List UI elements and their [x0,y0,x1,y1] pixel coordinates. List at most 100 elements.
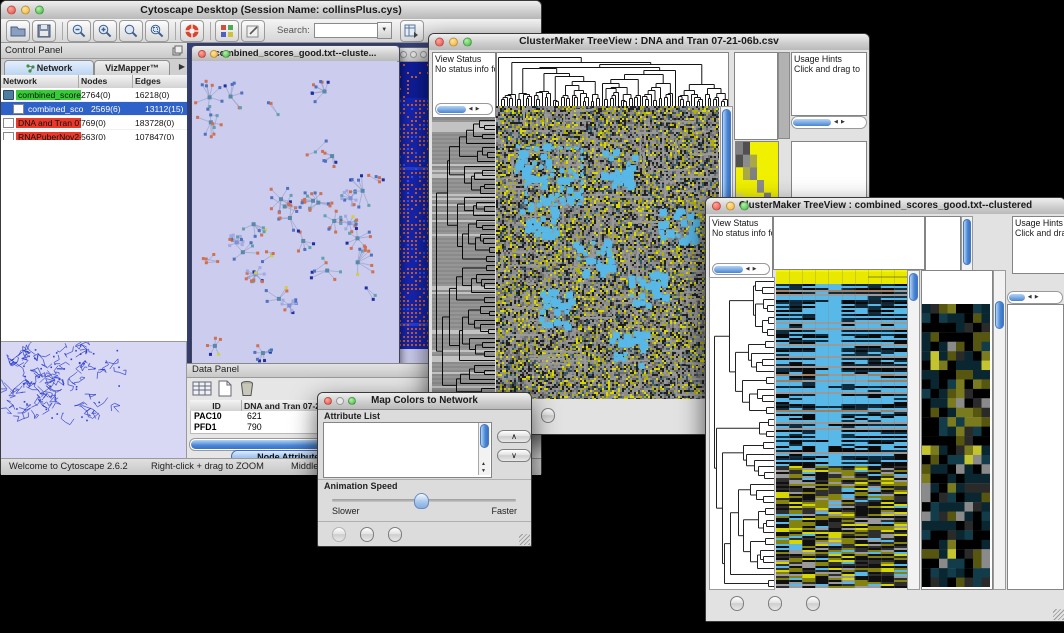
tv1-titlebar[interactable]: ClusterMaker TreeView : DNA and Tran 07-… [429,34,869,51]
window-controls[interactable] [7,6,44,15]
tv1-status-hscrollbar[interactable]: ◀▶ [435,103,493,115]
tv2-main-heatmap[interactable] [776,270,907,588]
float-panel-icon[interactable] [172,45,183,59]
minimize-icon[interactable] [336,397,344,405]
scroll-right-icon[interactable]: ▶ [839,119,846,126]
search-dropdown-arrow[interactable]: ▼ [377,22,392,39]
zoom-icon[interactable] [463,38,472,47]
annotation-icon[interactable] [241,20,265,42]
attribute-browser-icon[interactable] [400,20,424,42]
tv2-action-button[interactable] [730,596,744,611]
network-overview-thumbnail[interactable] [1,342,185,457]
tv2-status-hscrollbar[interactable]: ◀▶ [712,263,770,275]
network-list-empty-area[interactable] [1,140,188,341]
minimize-icon[interactable] [210,50,218,58]
attribute-list[interactable] [323,422,492,478]
scrollbar-thumb[interactable] [963,219,971,265]
tv1-title: ClusterMaker TreeView : DNA and Tran 07-… [519,34,779,50]
tv2-detail-heatmap[interactable] [922,304,990,587]
tv2-titlebar[interactable]: ClusterMaker TreeView : combined_scores_… [706,198,1064,215]
trash-icon[interactable] [239,380,255,402]
zoom-icon[interactable] [420,51,427,58]
scrollbar-thumb[interactable] [480,424,489,448]
dialog-action-button[interactable] [332,527,346,542]
tv1-column-dendrogram[interactable] [496,52,729,107]
zoom-icon[interactable] [35,6,44,15]
treeview-window-combined: ClusterMaker TreeView : combined_scores_… [705,197,1064,622]
close-icon[interactable] [198,50,206,58]
tv1-row-dendrogram[interactable] [432,118,495,399]
tv1-column-labels[interactable] [734,52,778,140]
zoom-icon[interactable] [740,202,749,211]
toolbar-separator [62,22,63,40]
tv2-vscrollbar[interactable] [907,270,920,590]
zoom-selected-icon[interactable] [145,20,169,42]
resize-grip[interactable] [1053,609,1064,620]
scrollbar-thumb[interactable] [995,301,1004,329]
map-colors-dialog: Map Colors to Network Attribute List ▲ ▼… [317,392,532,547]
tv2-row-dendrogram[interactable] [709,277,775,590]
close-icon[interactable] [7,6,16,15]
close-icon[interactable] [712,202,721,211]
scrollbar-thumb[interactable] [909,273,918,301]
tab-vizmapper[interactable]: VizMapper™ [94,60,170,76]
scroll-right-icon[interactable]: ▶ [751,266,758,273]
network-list-row[interactable]: combined_scores 2764(0) 16218(0) [1,88,187,102]
zoom-fit-icon[interactable] [119,20,143,42]
tv2-genelist-hscrollbar[interactable]: ◀▶ [1007,291,1063,304]
tv2-view-status-panel: View Status No status info fo ◀▶ [709,216,773,278]
new-document-icon[interactable] [217,380,233,402]
tv2-detail-vscrollbar[interactable] [993,270,1006,590]
tv1-action-button[interactable] [541,408,555,423]
scroll-right-icon[interactable]: ▶ [474,106,481,113]
speed-slider-thumb[interactable] [414,493,429,509]
tv1-main-heatmap[interactable] [496,106,719,399]
dialog-action-button[interactable] [360,527,374,542]
tv2-column-dendrogram-area[interactable] [773,216,925,270]
minimize-icon[interactable] [449,38,458,47]
resize-grip[interactable] [519,534,530,545]
scroll-right-icon[interactable]: ▶ [1033,294,1040,301]
help-lifering-icon[interactable] [180,20,204,42]
zoom-in-icon[interactable] [93,20,117,42]
move-down-button[interactable]: ∨ [497,449,531,462]
tv1-hints-hscrollbar[interactable]: ◀▶ [791,116,867,129]
vizmapper-icon[interactable] [215,20,239,42]
network-view-titlebar[interactable]: combined_scores_good.txt--cluste... [192,46,399,62]
save-icon[interactable] [32,20,56,42]
tv2-gene-list[interactable] [1007,304,1064,590]
network-graph-canvas[interactable] [192,61,397,368]
scroll-left-icon[interactable]: ◀ [467,106,474,113]
network-overview-panel[interactable] [1,341,187,458]
minimize-icon[interactable] [410,51,417,58]
move-up-button[interactable]: ∧ [497,430,531,443]
table-grid-icon[interactable] [192,380,212,402]
scroll-left-icon[interactable]: ◀ [832,119,839,126]
network-table-header[interactable]: Network Nodes Edges [1,75,187,88]
scroll-left-icon[interactable]: ◀ [744,266,751,273]
dialog-action-button[interactable] [388,527,402,542]
tab-network[interactable]: Network [4,60,94,76]
scroll-left-icon[interactable]: ◀ [1026,294,1033,301]
close-icon[interactable] [324,397,332,405]
tab-overflow-arrow-icon[interactable]: ▶ [179,62,185,71]
dialog-titlebar[interactable]: Map Colors to Network [318,393,531,410]
close-icon[interactable] [435,38,444,47]
network-list-row[interactable]: DNA and Tran 07 769(0) 183728(0) [1,116,187,130]
close-icon[interactable] [400,51,407,58]
minimize-icon[interactable] [726,202,735,211]
scroll-down-icon[interactable]: ▼ [481,468,486,474]
zoom-out-icon[interactable] [67,20,91,42]
network-list-row[interactable]: combined_sco 2569(6) 13112(15) [1,102,187,116]
main-titlebar[interactable]: Cytoscape Desktop (Session Name: collins… [1,1,541,20]
control-panel-header: Control Panel [1,43,187,59]
tv2-action-button[interactable] [768,596,782,611]
attribute-list-vscrollbar[interactable]: ▲ ▼ [478,423,490,475]
zoom-icon[interactable] [348,397,356,405]
search-input[interactable]: ▼ [314,22,392,39]
minimize-icon[interactable] [21,6,30,15]
tv2-action-button[interactable] [806,596,820,611]
scroll-up-icon[interactable]: ▲ [481,461,486,467]
open-folder-icon[interactable] [6,20,30,42]
zoom-icon[interactable] [222,50,230,58]
